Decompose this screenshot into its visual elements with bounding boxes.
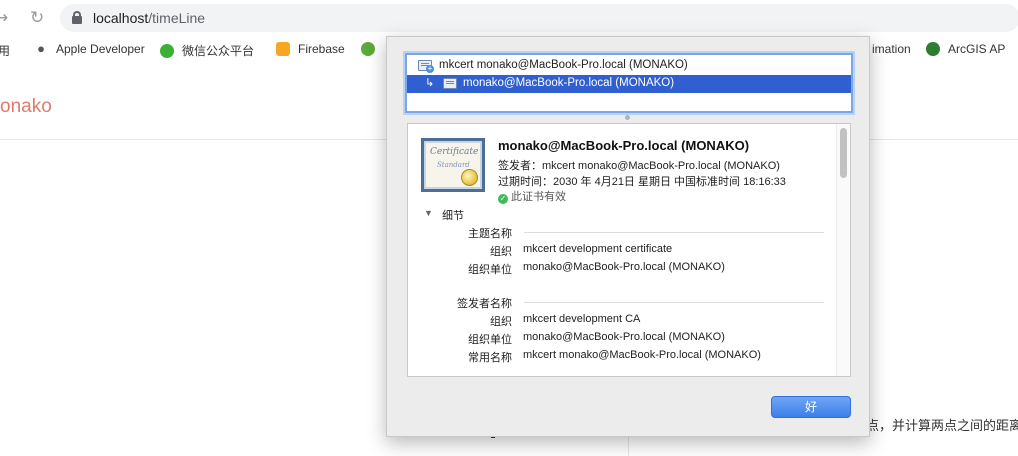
page-body-text: 点，并计算两点之间的距离 [866,418,1018,433]
checkmark-icon: ✓ [498,194,508,204]
field-key: 组织 [490,316,512,328]
vertical-scrollbar[interactable] [836,124,850,376]
field-key: 常用名称 [468,352,512,364]
certificate-title: monako@MacBook-Pro.local (MONAKO) [498,138,750,153]
seal-icon [461,169,478,186]
bookmark-apple-developer[interactable]: ● Apple Developer [34,41,145,57]
bookmark-globe-icon [361,42,375,56]
reload-icon[interactable]: ↻ [30,8,44,28]
bookmark-green[interactable] [361,42,383,56]
bookmark-apps[interactable]: 用 [0,42,10,59]
address-bar[interactable]: localhost/timeLine [60,4,1018,32]
certificate-icon [443,78,457,89]
field-value: monako@MacBook-Pro.local (MONAKO) [523,331,725,343]
field-value: monako@MacBook-Pro.local (MONAKO) [523,261,725,273]
certificate-chain-list[interactable]: + mkcert monako@MacBook-Pro.local (MONAK… [405,53,853,113]
child-arrow-icon: ↳ [425,77,435,89]
divider [524,302,824,303]
wechat-icon [160,43,174,58]
divider [524,232,824,233]
forward-arrow-icon[interactable]: → [0,8,8,28]
field-key: 组织单位 [468,264,512,276]
issuer-name-heading: 签发者名称 [457,298,512,310]
apple-icon: ● [37,41,45,56]
ok-button[interactable]: 好 [771,396,851,418]
browser-toolbar: → ↻ localhost/timeLine [0,0,1018,36]
url-host: localhost [93,10,149,26]
field-value: mkcert development certificate [523,243,673,255]
bookmark-arcgis[interactable]: ArcGIS AP [926,42,1005,56]
certificate-dialog: + mkcert monako@MacBook-Pro.local (MONAK… [386,36,870,437]
field-value: mkcert monako@MacBook-Pro.local (MONAKO) [523,349,761,361]
certificate-detail-panel[interactable]: Certificate Standard monako@MacBook-Pro.… [407,123,851,377]
disclosure-triangle-icon[interactable]: ▼ [424,208,433,218]
field-key: 组织单位 [468,334,512,346]
plus-badge-icon: + [426,64,434,73]
subject-name-heading: 主题名称 [468,228,512,240]
url-text[interactable]: localhost/timeLine [93,10,205,26]
splitter-handle[interactable] [625,115,630,120]
globe-icon [926,42,940,56]
lock-icon[interactable] [72,11,82,24]
bookmark-imation[interactable]: imation [872,42,911,56]
chain-item-root[interactable]: + mkcert monako@MacBook-Pro.local (MONAK… [407,57,851,75]
expiry-line: 过期时间：2030 年 4月21日 星期日 中国标准时间 18:16:33 [498,176,786,188]
validity-status: ✓ 此证书有效 [498,191,566,204]
chain-item-leaf[interactable]: ↳ monako@MacBook-Pro.local (MONAKO) [407,75,851,93]
firebase-icon [276,42,290,56]
brand-logo-text[interactable]: onako [0,96,52,118]
scrollbar-thumb[interactable] [840,128,847,178]
field-key: 组织 [490,246,512,258]
bookmark-wechat[interactable]: 微信公众平台 [160,42,254,59]
details-section-label[interactable]: 细节 [442,207,464,223]
bookmark-firebase[interactable]: Firebase [276,42,345,56]
issuer-line: 签发者：mkcert monako@MacBook-Pro.local (MON… [498,160,780,172]
field-value: mkcert development CA [523,313,641,325]
certificate-image: Certificate Standard [421,138,485,192]
url-path: /timeLine [148,10,206,26]
